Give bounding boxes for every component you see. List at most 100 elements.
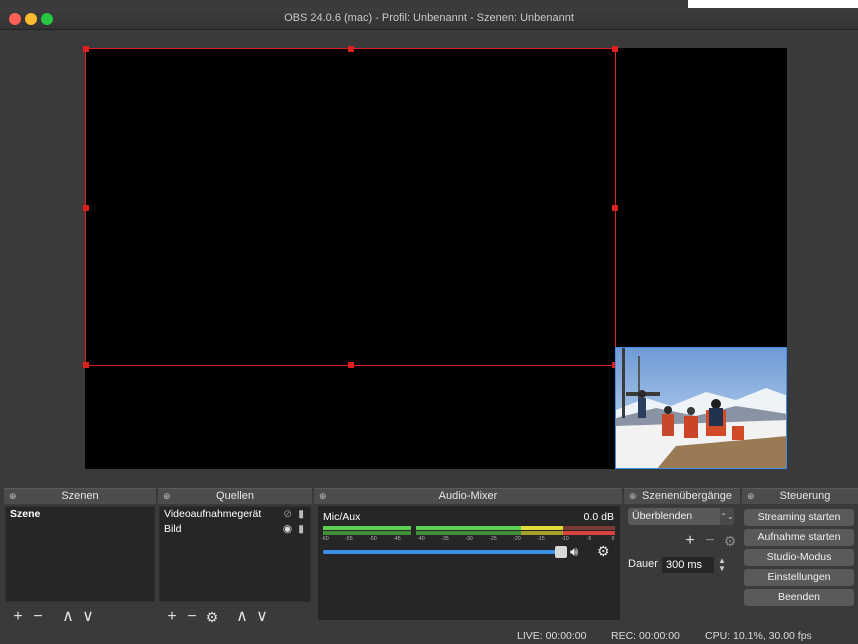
remove-transition-button[interactable]: −: [700, 531, 720, 551]
audio-mixer-dock: ⊕ Audio-Mixer Mic/Aux 0.0 dB -60 -55 -50…: [314, 488, 622, 622]
source-item-label: Videoaufnahmegerät: [164, 508, 262, 520]
add-scene-button[interactable]: +: [8, 607, 28, 627]
lock-icon[interactable]: ▮: [298, 522, 304, 537]
sources-body: Videoaufnahmegerät ⊘ ▮ Bild ◉ ▮ + − ⚙ ∧ …: [158, 504, 312, 625]
source-item[interactable]: Bild ◉ ▮: [160, 522, 310, 537]
eye-icon[interactable]: ◉: [283, 522, 292, 537]
meter-tick-label: -25: [489, 536, 497, 542]
add-transition-button[interactable]: +: [680, 531, 700, 551]
scenes-header: ⊕ Szenen: [4, 488, 156, 504]
move-source-down-button[interactable]: ∨: [252, 607, 272, 627]
start-streaming-button[interactable]: Streaming starten: [744, 509, 854, 526]
studio-mode-button[interactable]: Studio-Modus: [744, 549, 854, 566]
move-scene-up-button[interactable]: ∧: [58, 607, 78, 627]
meter-tick-label: -30: [465, 536, 473, 542]
sources-dock: ⊕ Quellen Videoaufnahmegerät ⊘ ▮ Bild ◉ …: [158, 488, 312, 625]
rec-status: REC: 00:00:00: [611, 630, 680, 642]
resize-handle-left[interactable]: [83, 205, 89, 211]
scenes-list[interactable]: Szene: [5, 506, 155, 602]
settings-button[interactable]: Einstellungen: [744, 569, 854, 586]
volume-slider[interactable]: [323, 546, 567, 558]
sources-title: Quellen: [216, 490, 254, 502]
source-item[interactable]: Videoaufnahmegerät ⊘ ▮: [160, 507, 310, 522]
lock-icon[interactable]: ▮: [298, 507, 304, 522]
start-recording-button[interactable]: Aufnahme starten: [744, 529, 854, 546]
remove-scene-button[interactable]: −: [28, 607, 48, 627]
meter-tick-label: -60: [321, 536, 329, 542]
mixer-title: Audio-Mixer: [438, 490, 498, 502]
move-source-up-button[interactable]: ∧: [232, 607, 252, 627]
meter-tick-label: -5: [586, 536, 592, 542]
scenes-body: Szene + − ∧ ∨: [4, 504, 156, 625]
meter-ticks: -60 -55 -50 -45 -40 -35 -30 -25 -20 -15 -10 -5 0: [321, 536, 615, 544]
controls-dock: ⊕ Steuerung Streaming starten Aufnahme s…: [742, 488, 858, 622]
speaker-icon[interactable]: 🔊︎: [570, 544, 578, 560]
status-bar: LIVE: 00:00:00 REC: 00:00:00 CPU: 10.1%,…: [0, 626, 858, 644]
meter-tick-label: -20: [513, 536, 521, 542]
meter-tick-label: 0: [611, 536, 615, 542]
transition-select-value: Überblenden: [632, 510, 693, 522]
dock-float-icon[interactable]: ⊕: [747, 489, 755, 504]
volume-meter-right: [323, 531, 615, 535]
meter-tick-label: -50: [369, 536, 377, 542]
scenes-title: Szenen: [61, 490, 99, 502]
dock-float-icon[interactable]: ⊕: [9, 489, 17, 504]
source-properties-gear-icon[interactable]: ⚙: [202, 607, 222, 627]
remove-source-button[interactable]: −: [182, 607, 202, 627]
eye-slash-icon[interactable]: ⊘: [283, 507, 292, 522]
title-bar[interactable]: OBS 24.0.6 (mac) - Profil: Unbenannt - S…: [0, 8, 858, 30]
cpu-status: CPU: 10.1%, 30.00 fps: [705, 630, 812, 642]
controls-body: Streaming starten Aufnahme starten Studi…: [742, 504, 858, 622]
transition-gear-icon[interactable]: ⚙: [720, 531, 740, 551]
image-source-bild[interactable]: [615, 347, 787, 469]
mixer-gear-icon[interactable]: ⚙: [597, 543, 610, 560]
move-scene-down-button[interactable]: ∨: [78, 607, 98, 627]
volume-slider-handle[interactable]: [555, 546, 567, 558]
mixer-header: ⊕ Audio-Mixer: [314, 488, 622, 504]
controls-title: Steuerung: [779, 490, 831, 502]
meter-tick-label: -40: [417, 536, 425, 542]
scene-item[interactable]: Szene: [6, 507, 154, 522]
resize-handle-bottom-left[interactable]: [83, 362, 89, 368]
obs-window: OBS 24.0.6 (mac) - Profil: Unbenannt - S…: [0, 0, 858, 644]
meter-tick-label: -15: [537, 536, 545, 542]
preview-area[interactable]: [0, 30, 858, 478]
duration-stepper-icon[interactable]: ▲ ▼: [717, 556, 727, 573]
live-status: LIVE: 00:00:00: [517, 630, 587, 642]
transitions-title: Szenenübergänge: [642, 490, 732, 502]
meter-tick-label: -35: [441, 536, 449, 542]
dock-float-icon[interactable]: ⊕: [319, 489, 327, 504]
add-source-button[interactable]: +: [162, 607, 182, 627]
resize-handle-right[interactable]: [612, 205, 618, 211]
transitions-header: ⊕ Szenenübergänge: [624, 488, 740, 504]
transition-toolbar: + − ⚙: [680, 531, 740, 551]
resize-handle-top-left[interactable]: [83, 46, 89, 52]
selected-source-bounds[interactable]: [83, 46, 618, 368]
mixer-body: Mic/Aux 0.0 dB -60 -55 -50 -45 -40 -35 -30 -25-…: [314, 504, 622, 622]
transition-select[interactable]: Überblenden ⌃⌄: [628, 508, 734, 525]
scene-item-label: Szene: [10, 508, 41, 520]
dock-float-icon[interactable]: ⊕: [163, 489, 171, 504]
transitions-body: Überblenden ⌃⌄ + − ⚙ Dauer 300 ms ▲ ▼: [624, 504, 740, 622]
preview-canvas[interactable]: [83, 46, 787, 469]
scenes-toolbar: + − ∧ ∨: [4, 606, 156, 628]
meter-tick-label: -10: [561, 536, 569, 542]
window-title: OBS 24.0.6 (mac) - Profil: Unbenannt - S…: [284, 12, 574, 24]
meter-tick-label: -45: [393, 536, 401, 542]
sources-toolbar: + − ⚙ ∧ ∨: [158, 606, 312, 628]
duration-input[interactable]: 300 ms: [661, 556, 714, 573]
scene-transitions-dock: ⊕ Szenenübergänge Überblenden ⌃⌄ + − ⚙ D…: [624, 488, 740, 622]
select-chevron-icon: ⌃⌄: [720, 508, 734, 525]
scenes-dock: ⊕ Szenen Szene + − ∧ ∨: [4, 488, 156, 625]
duration-row: Dauer 300 ms ▲ ▼: [628, 556, 727, 573]
meter-tick-label: -55: [345, 536, 353, 542]
exit-button[interactable]: Beenden: [744, 589, 854, 606]
sources-header: ⊕ Quellen: [158, 488, 312, 504]
volume-meter-left: [323, 526, 615, 530]
channel-level: 0.0 dB: [583, 511, 614, 523]
resize-handle-top-right[interactable]: [612, 46, 618, 52]
resize-handle-top[interactable]: [348, 46, 354, 52]
dock-float-icon[interactable]: ⊕: [629, 489, 637, 504]
sources-list[interactable]: Videoaufnahmegerät ⊘ ▮ Bild ◉ ▮: [159, 506, 311, 602]
resize-handle-bottom[interactable]: [348, 362, 354, 368]
